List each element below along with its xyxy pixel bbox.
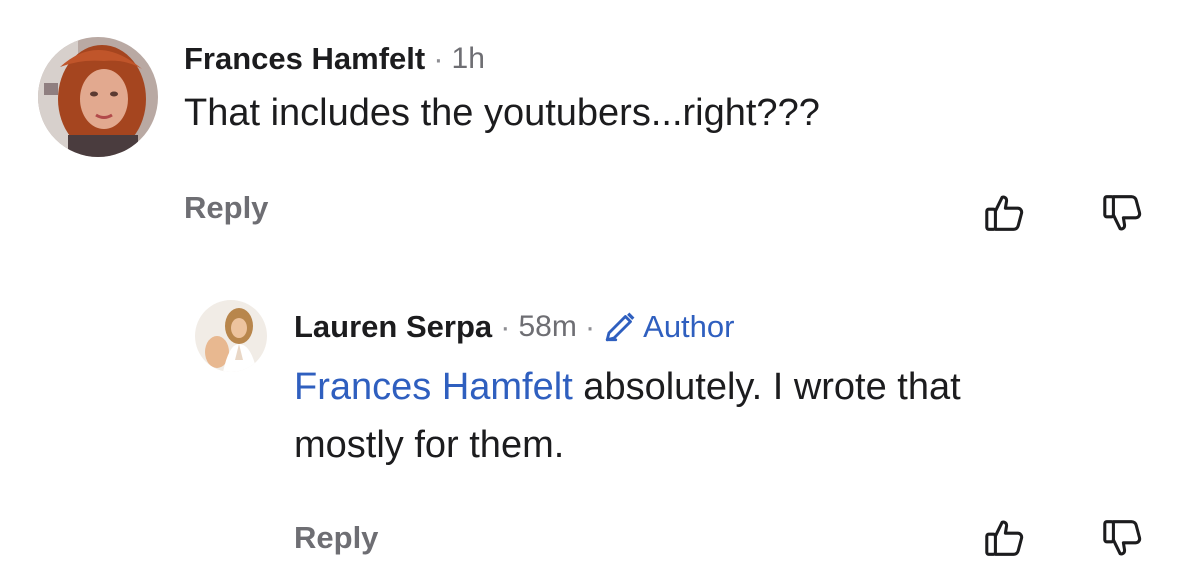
- author-badge-label: Author: [643, 309, 735, 344]
- reply-button[interactable]: Reply: [184, 190, 268, 226]
- author-name[interactable]: Frances Hamfelt: [184, 41, 425, 77]
- avatar-image: [195, 300, 267, 372]
- comment-text-line2: mostly for them.: [294, 424, 565, 466]
- avatar-image: [38, 37, 158, 157]
- mention-link[interactable]: Frances Hamfelt: [294, 366, 573, 408]
- avatar[interactable]: [195, 300, 267, 372]
- timestamp: 58m: [518, 310, 577, 343]
- comment-text: Frances Hamfelt absolutely. I wrote that…: [294, 358, 1154, 474]
- separator: ·: [500, 309, 511, 344]
- separator: ·: [584, 309, 596, 344]
- comment-text: That includes the youtubers...right???: [184, 92, 820, 134]
- thumbs-up-icon[interactable]: [982, 515, 1028, 566]
- author-badge: Author: [603, 309, 734, 345]
- separator: ·: [433, 41, 444, 76]
- thumbs-down-icon[interactable]: [1100, 190, 1146, 241]
- avatar[interactable]: [38, 37, 158, 157]
- comment-header: Lauren Serpa · 58m · Author: [294, 306, 734, 348]
- thumbs-up-icon[interactable]: [982, 190, 1028, 241]
- pencil-icon: [605, 312, 635, 342]
- thumbs-down-icon[interactable]: [1100, 515, 1146, 566]
- comment-header: Frances Hamfelt · 1h: [184, 38, 485, 80]
- timestamp: 1h: [451, 42, 485, 75]
- comment-text-line1: absolutely. I wrote that: [572, 366, 961, 408]
- reply-button[interactable]: Reply: [294, 520, 378, 556]
- author-name[interactable]: Lauren Serpa: [294, 309, 492, 345]
